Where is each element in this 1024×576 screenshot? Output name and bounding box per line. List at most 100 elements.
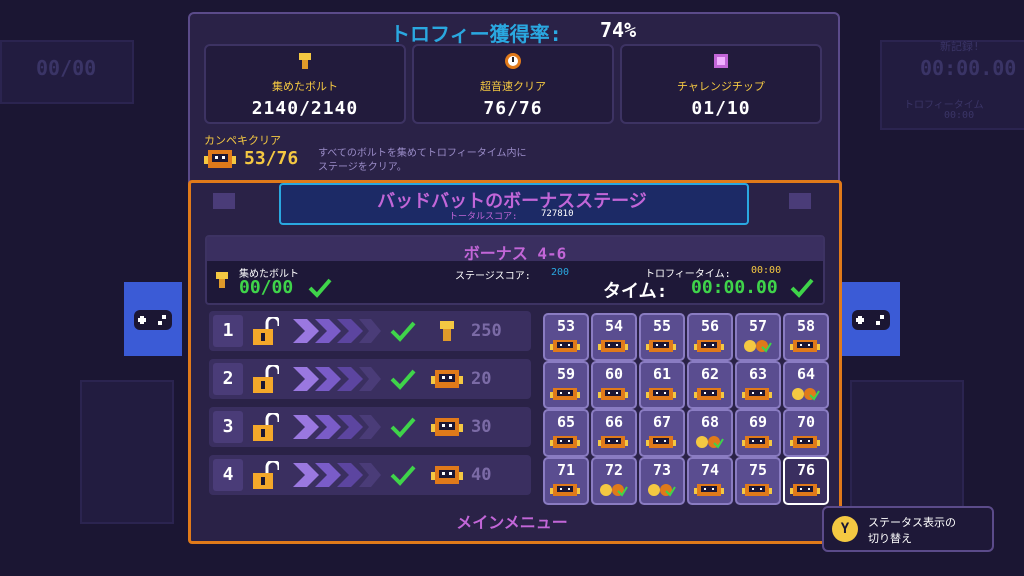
- row-value: 40: [471, 465, 492, 485]
- stage-number: 68: [700, 413, 720, 431]
- robot-icon: [431, 466, 463, 484]
- requirement-row: 4 40: [209, 455, 531, 495]
- stat-label: 超音速クリア: [480, 80, 546, 93]
- check-icon: [390, 321, 416, 342]
- check-icon: [308, 278, 332, 298]
- stage-number: 64: [796, 365, 816, 383]
- next-stage-button[interactable]: [842, 282, 900, 356]
- progress-arrows-icon: [293, 415, 381, 439]
- robot-icon: [646, 388, 676, 400]
- robot-icon: [790, 340, 820, 352]
- stage-number: 56: [700, 317, 720, 335]
- unlocked-padlock-icon: [253, 317, 279, 345]
- trophy-title: トロフィー獲得率:: [390, 22, 562, 46]
- stage-tile[interactable]: 61: [639, 361, 685, 409]
- stage-tile[interactable]: 65: [543, 409, 589, 457]
- bg-block-right: [850, 380, 964, 524]
- status-toggle-hint[interactable]: Y ステータス表示の 切り替え: [822, 506, 994, 552]
- robot-icon: [598, 436, 628, 448]
- progress-arrows-icon: [293, 319, 381, 343]
- stage-tile[interactable]: 68: [687, 409, 733, 457]
- gamepad-icon: [134, 310, 172, 330]
- stat-value: 76/76: [483, 98, 543, 119]
- robot-icon: [550, 340, 580, 352]
- check-icon: [390, 465, 416, 486]
- stage-number: 70: [796, 413, 816, 431]
- stage-tile[interactable]: 64: [783, 361, 829, 409]
- collected-value: 00/00: [239, 277, 294, 298]
- stage-number: 71: [556, 461, 576, 479]
- stat-value: 2140/2140: [251, 98, 359, 119]
- stage-tile[interactable]: 54: [591, 313, 637, 361]
- stage-tile[interactable]: 59: [543, 361, 589, 409]
- stage-tile[interactable]: 74: [687, 457, 733, 505]
- stage-tile[interactable]: 71: [543, 457, 589, 505]
- stage-number: 55: [652, 317, 672, 335]
- stage-number: 61: [652, 365, 672, 383]
- medals-icon: [648, 484, 676, 497]
- row-number: 4: [213, 459, 243, 491]
- stage-tile[interactable]: 53: [543, 313, 589, 361]
- medals-icon: [744, 340, 772, 353]
- stage-tile[interactable]: 76: [783, 457, 829, 505]
- stage-tile[interactable]: 55: [639, 313, 685, 361]
- stage-number: 63: [748, 365, 768, 383]
- robot-icon: [646, 436, 676, 448]
- stage-tile[interactable]: 56: [687, 313, 733, 361]
- bg-block-left: [80, 380, 174, 524]
- stat-challenge-chips: チャレンジチップ 01/10: [620, 44, 822, 124]
- stat-label: チャレンジチップ: [677, 80, 765, 93]
- stage-tile[interactable]: 66: [591, 409, 637, 457]
- medals-icon: [600, 484, 628, 497]
- robot-icon: [742, 484, 772, 496]
- stage-tile[interactable]: 72: [591, 457, 637, 505]
- medals-icon: [696, 436, 724, 449]
- stage-name: ボーナス 4-6: [463, 244, 567, 263]
- check-icon: [790, 278, 814, 298]
- prev-stage-button[interactable]: [124, 282, 182, 356]
- stage-tile[interactable]: 69: [735, 409, 781, 457]
- main-menu-button[interactable]: メインメニュー: [191, 509, 833, 533]
- robot-icon: [790, 484, 820, 496]
- complete-value: 53/76: [244, 148, 299, 169]
- complete-desc-1: すべてのボルトを集めてトロフィータイム内に: [318, 148, 527, 159]
- stage-tile[interactable]: 70: [783, 409, 829, 457]
- row-value: 20: [471, 369, 492, 389]
- bolt-icon: [440, 321, 454, 341]
- stage-number: 66: [604, 413, 624, 431]
- time-value: 00:00.00: [691, 277, 778, 298]
- stage-tile[interactable]: 75: [735, 457, 781, 505]
- check-icon: [390, 369, 416, 390]
- robot-icon: [694, 340, 724, 352]
- stage-tile[interactable]: 63: [735, 361, 781, 409]
- stage-number: 59: [556, 365, 576, 383]
- stage-number: 62: [700, 365, 720, 383]
- bolt-indicator-left: [213, 193, 235, 209]
- requirement-row: 1 250: [209, 311, 531, 351]
- gamepad-icon: [852, 310, 890, 330]
- stage-tile[interactable]: 73: [639, 457, 685, 505]
- stage-tile[interactable]: 57: [735, 313, 781, 361]
- progress-arrows-icon: [293, 367, 381, 391]
- complete-label: カンペキクリア: [204, 134, 281, 147]
- stat-label: 集めたボルト: [272, 80, 338, 93]
- unlocked-padlock-icon: [253, 365, 279, 393]
- stat-bolts: 集めたボルト 2140/2140: [204, 44, 406, 124]
- robot-icon: [694, 484, 724, 496]
- hint-text-1: ステータス表示の: [868, 516, 956, 529]
- stage-tile[interactable]: 62: [687, 361, 733, 409]
- stage-tile[interactable]: 67: [639, 409, 685, 457]
- stage-number: 58: [796, 317, 816, 335]
- bolt-icon: [299, 53, 311, 69]
- robot-icon: [598, 388, 628, 400]
- bg-right-sub-time: 00:00: [944, 110, 975, 121]
- stage-info-bar: ボーナス 4-6 集めたボルト 00/00 ステージスコア: 200 トロフィー…: [205, 235, 825, 305]
- stage-number: 72: [604, 461, 624, 479]
- stage-tile[interactable]: 58: [783, 313, 829, 361]
- complete-desc-2: ステージをクリア。: [318, 162, 407, 173]
- stage-tile[interactable]: 60: [591, 361, 637, 409]
- total-score: 727810: [541, 209, 574, 219]
- trophy-percent: 74%: [600, 18, 637, 42]
- robot-icon: [742, 388, 772, 400]
- stat-supersonic: 超音速クリア 76/76: [412, 44, 614, 124]
